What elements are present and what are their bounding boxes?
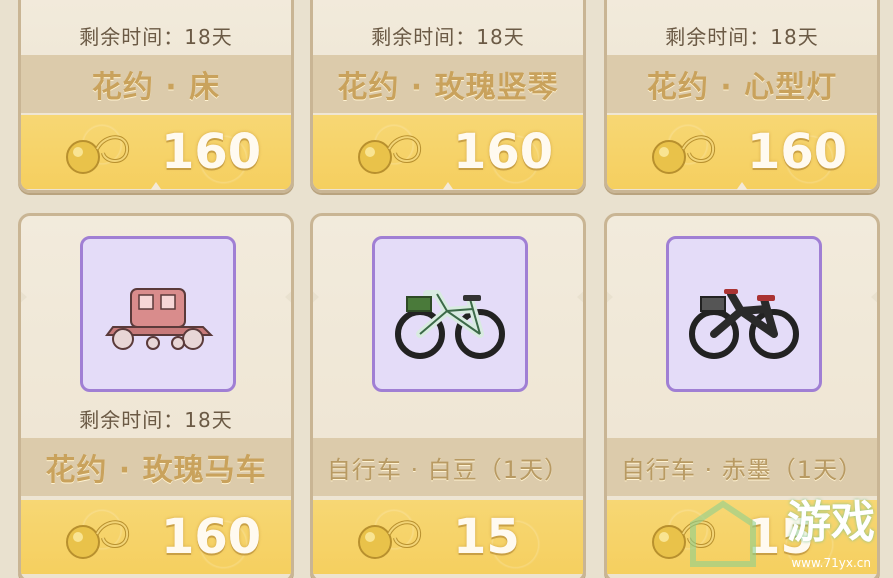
remaining-time: 剩余时间：18天 [79, 25, 233, 49]
remaining-time: 剩余时间：18天 [79, 408, 233, 432]
shop-card-bed[interactable]: 剩余时间：18天 花约 · 床 160 [18, 0, 294, 193]
coin-icon [652, 135, 716, 174]
coin-icon [358, 520, 422, 559]
remaining-time: 剩余时间：18天 [665, 25, 819, 49]
price-value: 160 [161, 509, 262, 565]
item-name: 花约 · 心型灯 [607, 55, 877, 113]
shop-grid: 剩余时间：18天 花约 · 床 160 剩余时间：18天 花约 · 玫瑰竖琴 1… [0, 0, 893, 578]
price-value: 160 [453, 124, 554, 180]
coin-icon [358, 135, 422, 174]
price-value: 160 [161, 124, 262, 180]
carriage-icon [105, 288, 214, 350]
shop-card-bicycle-white[interactable]: 自行车 · 白豆（1天） 15 [310, 213, 586, 578]
bicycle-white-icon [395, 290, 505, 359]
item-name: 花约 · 床 [21, 55, 291, 113]
item-thumbnail [372, 236, 528, 392]
bicycle-black-icon [689, 289, 799, 359]
price-value: 160 [747, 124, 848, 180]
item-thumbnail [666, 236, 822, 392]
remaining-time: 剩余时间：18天 [371, 25, 525, 49]
item-name: 自行车 · 白豆（1天） [313, 438, 583, 496]
price-band: 160 [313, 115, 583, 189]
shop-card-carriage[interactable]: 剩余时间：18天 花约 · 玫瑰马车 160 [18, 213, 294, 578]
watermark-url: www.71yx.cn [791, 556, 871, 570]
watermark-text: 游戏 [787, 497, 875, 548]
price-band: 160 [21, 500, 291, 574]
shop-card-heart-lamp[interactable]: 剩余时间：18天 花约 · 心型灯 160 [604, 0, 880, 193]
shop-card-harp[interactable]: 剩余时间：18天 花约 · 玫瑰竖琴 160 [310, 0, 586, 193]
item-name: 花约 · 玫瑰马车 [21, 438, 291, 496]
coin-icon [66, 135, 130, 174]
item-name: 花约 · 玫瑰竖琴 [313, 55, 583, 113]
coin-icon [66, 520, 130, 559]
price-value: 15 [453, 509, 520, 565]
price-band: 160 [21, 115, 291, 189]
item-thumbnail [80, 236, 236, 392]
price-band: 160 [607, 115, 877, 189]
price-band: 15 [313, 500, 583, 574]
